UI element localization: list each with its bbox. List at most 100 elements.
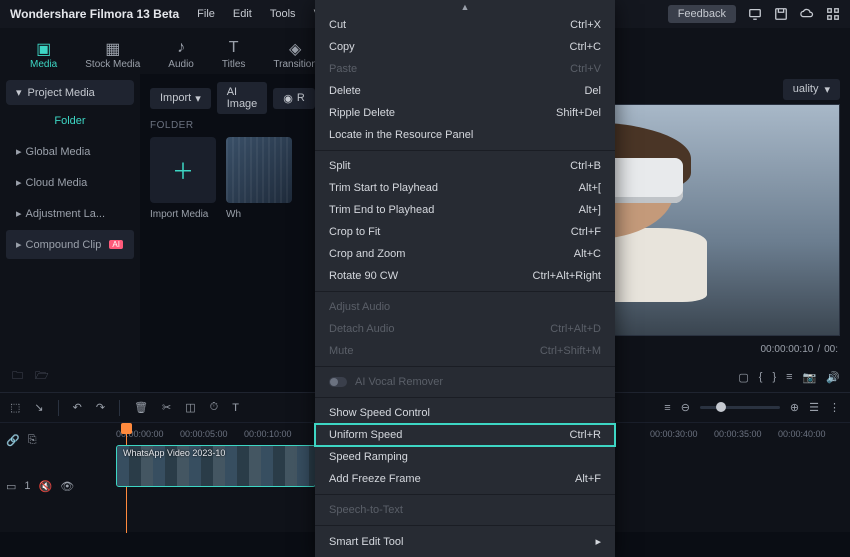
visibility-icon[interactable]: 👁 <box>60 480 74 493</box>
ctx-trim-end-to-playhead[interactable]: Trim End to PlayheadAlt+] <box>315 199 615 221</box>
ai-image-button[interactable]: AI Image <box>217 82 268 114</box>
bracket-open-icon[interactable]: { <box>759 371 763 383</box>
media-browser: Import ▾ AI Image ◉ R FOLDER ＋ Import Me… <box>140 74 320 392</box>
ctx-crop-to-fit[interactable]: Crop to FitCtrl+F <box>315 221 615 243</box>
speed-icon[interactable]: ⏱ <box>210 401 219 414</box>
folder-open-icon[interactable]: 🗁 <box>35 367 49 386</box>
bracket-close-icon[interactable]: } <box>772 371 776 383</box>
chevron-right-icon: ▸ <box>16 145 22 158</box>
ctx-paste: PasteCtrl+V <box>315 58 615 80</box>
chevron-right-icon: ▸ <box>16 176 22 189</box>
ctx-delete[interactable]: DeleteDel <box>315 80 615 102</box>
scroll-up-icon[interactable]: ▲ <box>315 0 615 14</box>
attach-icon[interactable]: ⎘ <box>28 434 37 447</box>
chevron-right-icon: ▸ <box>16 238 22 251</box>
select-tool-icon[interactable]: ⬚ <box>10 401 20 414</box>
camera-icon[interactable]: 📷 <box>803 371 817 384</box>
save-icon[interactable] <box>774 7 788 21</box>
sidebar-item-adjustment[interactable]: ▸Adjustment La... <box>6 199 134 228</box>
chevron-down-icon: ▾ <box>195 92 201 105</box>
track-header: ▭ 1 🔇 👁 <box>6 473 104 499</box>
tab-transition[interactable]: ◈Transition <box>273 39 317 70</box>
monitor-icon[interactable] <box>748 7 762 21</box>
ctx-rotate-90-cw[interactable]: Rotate 90 CWCtrl+Alt+Right <box>315 265 615 287</box>
zoom-out-icon[interactable]: ⊖ <box>681 401 690 414</box>
transition-icon: ◈ <box>289 39 301 57</box>
menu-file[interactable]: File <box>197 8 215 20</box>
settings-icon[interactable]: ⋮ <box>829 401 840 414</box>
link-icon[interactable]: 🔗 <box>6 434 20 447</box>
grid-icon[interactable] <box>826 7 840 21</box>
frame-icon[interactable]: ▢ <box>738 371 748 384</box>
ctx-speed-ramping[interactable]: Speed Ramping <box>315 446 615 468</box>
ctx-ripple-delete[interactable]: Ripple DeleteShift+Del <box>315 102 615 124</box>
stock-icon: ▦ <box>105 39 120 57</box>
ctx-locate-in-the-resource-panel[interactable]: Locate in the Resource Panel <box>315 124 615 146</box>
ai-badge: AI <box>109 240 123 249</box>
ctx-split[interactable]: SplitCtrl+B <box>315 155 615 177</box>
folder-label: FOLDER <box>150 120 310 131</box>
folder-add-icon[interactable]: 🗀 <box>12 367 23 386</box>
video-track-icon[interactable]: ▭ <box>6 480 16 493</box>
media-icon: ▣ <box>36 39 51 57</box>
ctx-copy[interactable]: CopyCtrl+C <box>315 36 615 58</box>
ctx-crop-and-zoom[interactable]: Crop and ZoomAlt+C <box>315 243 615 265</box>
ctx-add-freeze-frame[interactable]: Add Freeze FrameAlt+F <box>315 468 615 490</box>
current-time: 00:00:00:10 <box>760 344 813 355</box>
audio-icon: ♪ <box>177 39 185 57</box>
cut-icon[interactable]: ✂ <box>162 401 171 414</box>
mute-icon[interactable]: 🔇 <box>39 480 53 493</box>
titles-icon: T <box>229 39 239 57</box>
ctx-detach-audio: Detach AudioCtrl+Alt+D <box>315 318 615 340</box>
ctx-mute: MuteCtrl+Shift+M <box>315 340 615 362</box>
media-clip-tile[interactable]: Wh <box>226 137 292 220</box>
chevron-down-icon: ▾ <box>824 83 830 96</box>
clip-cut-icon[interactable]: ✂ <box>125 486 139 487</box>
menu-edit[interactable]: Edit <box>233 8 252 20</box>
video-clip[interactable]: WhatsApp Video 2023-10 ✂ <box>116 445 316 487</box>
tab-audio[interactable]: ♪Audio <box>168 39 194 70</box>
volume-icon[interactable]: 🔊 <box>826 371 840 384</box>
menu-tools[interactable]: Tools <box>270 8 296 20</box>
tab-stock-media[interactable]: ▦Stock Media <box>85 39 140 70</box>
delete-icon[interactable]: 🗑 <box>134 401 148 414</box>
crop-icon[interactable]: ◫ <box>185 401 195 414</box>
context-menu: ▲ CutCtrl+XCopyCtrl+CPasteCtrl+VDeleteDe… <box>315 0 615 557</box>
plus-icon: ＋ <box>172 154 194 186</box>
ctx-smart-edit-tool[interactable]: Smart Edit Tool▸ <box>315 530 615 553</box>
list-icon[interactable]: ☰ <box>809 401 819 414</box>
ctx-ai-vocal-remover: AI Vocal Remover <box>315 371 615 393</box>
layers-icon[interactable]: ≡ <box>786 371 792 383</box>
tab-media[interactable]: ▣Media <box>30 39 57 70</box>
record-button[interactable]: ◉ R <box>273 88 315 109</box>
ctx-cut[interactable]: CutCtrl+X <box>315 14 615 36</box>
ctx-trim-start-to-playhead[interactable]: Trim Start to PlayheadAlt+[ <box>315 177 615 199</box>
zoom-in-icon[interactable]: ⊕ <box>790 401 799 414</box>
quality-dropdown[interactable]: uality ▾ <box>783 79 840 100</box>
app-title: Wondershare Filmora 13 Beta <box>10 7 179 21</box>
feedback-button[interactable]: Feedback <box>668 5 736 23</box>
chevron-right-icon: ▸ <box>595 535 601 548</box>
ctx-adjust-audio: Adjust Audio <box>315 296 615 318</box>
import-dropdown[interactable]: Import ▾ <box>150 88 211 109</box>
sidebar-item-compound[interactable]: ▸Compound ClipAI <box>6 230 134 259</box>
text-icon[interactable]: T <box>232 402 239 414</box>
cloud-icon[interactable] <box>800 7 814 21</box>
tab-titles[interactable]: TTitles <box>222 39 246 70</box>
total-time: 00: <box>824 344 838 355</box>
redo-icon[interactable]: ↷ <box>96 401 105 414</box>
media-sidebar: ▾Project Media Folder ▸Global Media ▸Clo… <box>0 74 140 392</box>
sidebar-item-cloud[interactable]: ▸Cloud Media <box>6 168 134 197</box>
import-media-tile[interactable]: ＋ Import Media <box>150 137 216 220</box>
pointer-icon[interactable]: ↘ <box>34 401 43 414</box>
zoom-slider[interactable] <box>700 406 780 409</box>
chevron-down-icon: ▾ <box>16 86 22 99</box>
sidebar-header[interactable]: ▾Project Media <box>6 80 134 105</box>
undo-icon[interactable]: ↶ <box>73 401 82 414</box>
audio-toggle-icon[interactable]: ≡ <box>664 402 670 414</box>
ctx-show-speed-control[interactable]: Show Speed Control <box>315 402 615 424</box>
folder-tab[interactable]: Folder <box>6 105 134 137</box>
track-controls-1: 🔗 ⎘ <box>6 427 104 453</box>
sidebar-item-global[interactable]: ▸Global Media <box>6 137 134 166</box>
ctx-uniform-speed[interactable]: Uniform SpeedCtrl+R <box>315 424 615 446</box>
